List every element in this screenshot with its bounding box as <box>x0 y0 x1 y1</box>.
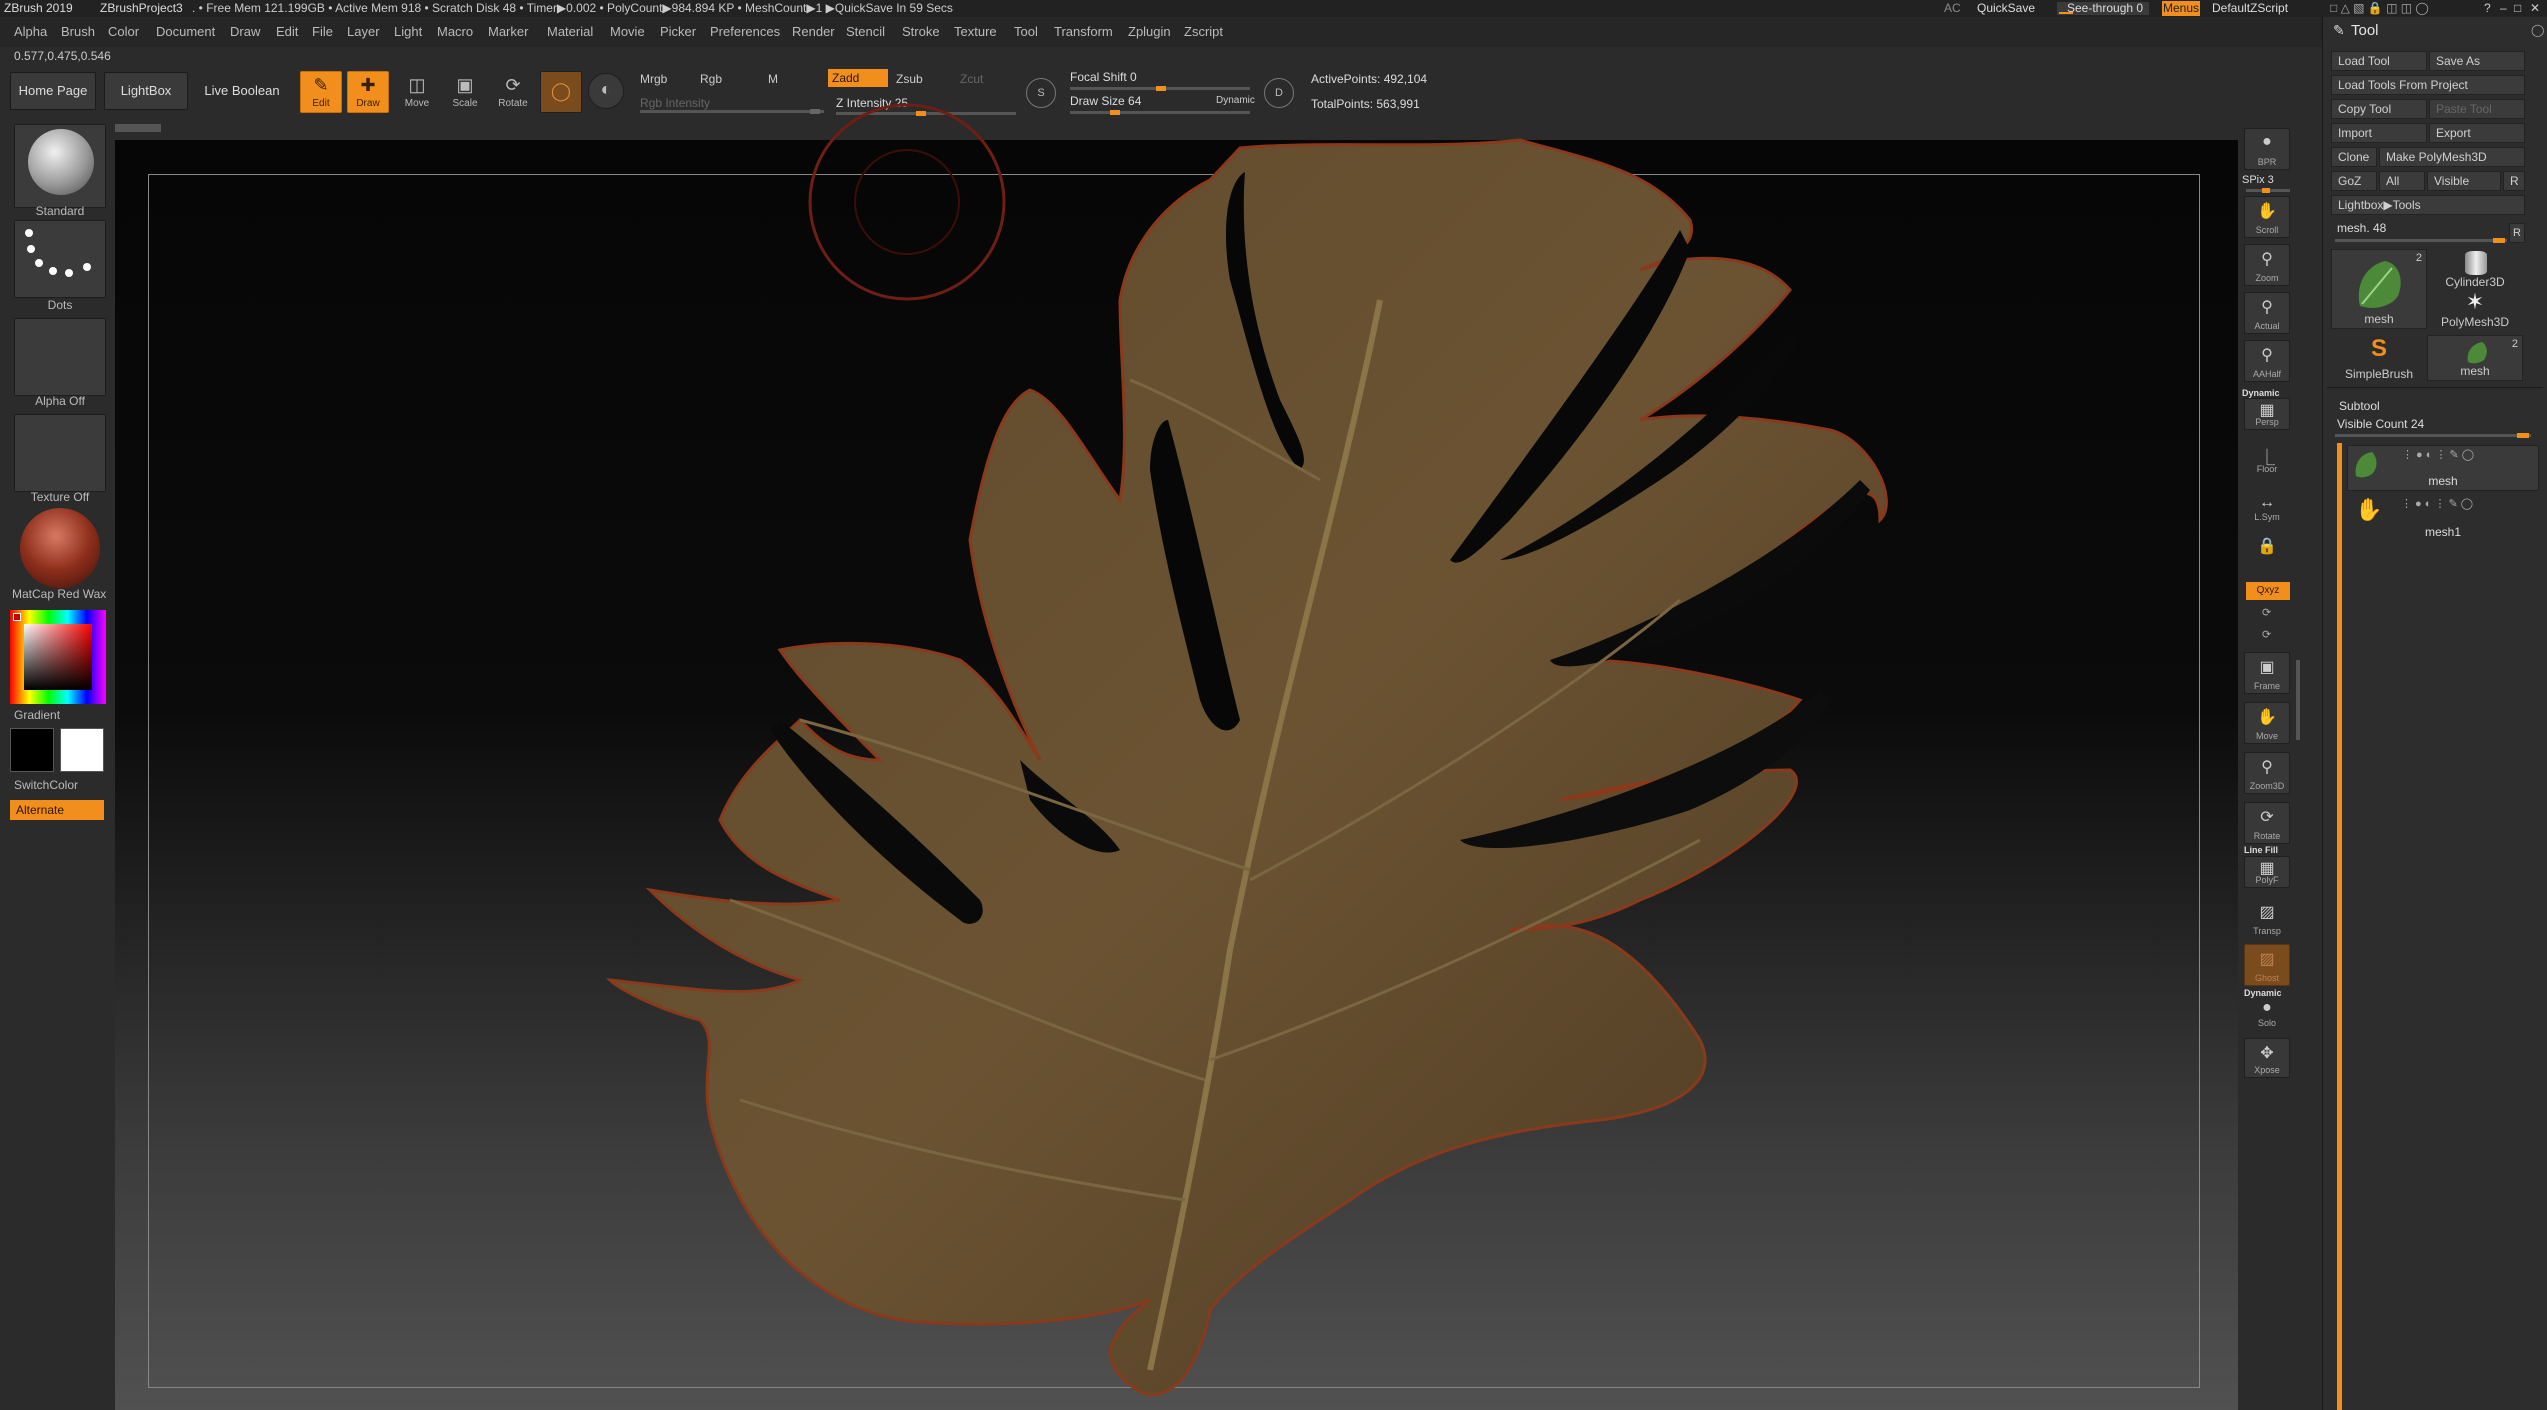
brush-cursor-outer <box>808 103 1006 301</box>
subtool-hand-icon: ✋ <box>2355 497 2383 522</box>
lsym-icon: ↔ <box>2259 494 2275 511</box>
scroll-button[interactable]: ✋ Scroll <box>2244 196 2290 238</box>
goz-visible-button[interactable]: Visible <box>2427 171 2501 191</box>
subtool-scrollbar[interactable] <box>2337 443 2342 1410</box>
load-tools-from-project-button[interactable]: Load Tools From Project <box>2331 75 2525 95</box>
clone-button[interactable]: Clone <box>2331 147 2377 167</box>
persp-button[interactable]: ▦ Persp <box>2244 398 2290 430</box>
right-shelf-scroll[interactable] <box>2296 660 2300 740</box>
visible-count-label: Visible Count 24 <box>2337 417 2425 431</box>
tool-panel-title[interactable]: Tool <box>2351 22 2379 39</box>
export-button[interactable]: Export <box>2429 123 2525 143</box>
zoom-icon: ⚲ <box>2261 251 2273 268</box>
visible-count-slider[interactable] <box>2335 433 2531 438</box>
xpose-button[interactable]: ✥ Xpose <box>2244 1038 2290 1078</box>
lightbox-tools-button[interactable]: Lightbox▶Tools <box>2331 195 2525 215</box>
xpose-icon: ✥ <box>2260 1045 2274 1062</box>
leaf-thumbnail-icon <box>2358 261 2401 308</box>
bpr-sphere-icon: ● <box>2262 133 2272 150</box>
leaf-model[interactable] <box>0 0 2547 1410</box>
subtool-header[interactable]: Subtool <box>2339 399 2380 413</box>
tool-panel-icon: ✎ <box>2333 22 2345 38</box>
aahalf-icon: ⚲ <box>2261 347 2273 364</box>
solo-button[interactable]: ● Solo <box>2244 998 2290 1030</box>
zoom3d-icon: ⚲ <box>2261 759 2273 776</box>
goz-button[interactable]: GoZ <box>2331 171 2377 191</box>
paste-tool-button[interactable]: Paste Tool <box>2429 99 2525 119</box>
solo-icon: ● <box>2262 999 2272 1016</box>
subtool-toggle-icons-2[interactable]: ⋮ ● ◐ ⋮ ✎ ◯ <box>2401 497 2473 510</box>
polyf-button[interactable]: ▦ PolyF <box>2244 856 2290 888</box>
xyz-toggle[interactable]: Qxyz <box>2246 582 2290 600</box>
actual-button[interactable]: ⚲ Actual <box>2244 292 2290 334</box>
transp-button[interactable]: ▨ Transp <box>2244 898 2290 938</box>
spix-slider[interactable] <box>2246 188 2290 193</box>
goz-r-button[interactable]: R <box>2503 171 2525 191</box>
spix-label: SPix 3 <box>2242 174 2274 186</box>
panel-dock-icon[interactable]: ◯ <box>2531 23 2544 37</box>
rotate-y-icon[interactable]: ⟳ <box>2262 606 2271 619</box>
subtool-row-mesh1[interactable]: ✋ ⋮ ● ◐ ⋮ ✎ ◯ mesh1 <box>2347 495 2539 541</box>
simplebrush-s-icon: S <box>2370 335 2387 362</box>
save-as-button[interactable]: Save As <box>2429 51 2525 71</box>
tool-thumb-simplebrush[interactable]: S SimpleBrush <box>2331 335 2427 381</box>
subtool-row-mesh[interactable]: ⋮ ● ◐ ⋮ ✎ ◯ mesh <box>2347 445 2539 491</box>
tool-thumb-cylinder3d[interactable]: Cylinder3D <box>2427 249 2523 289</box>
copy-tool-button[interactable]: Copy Tool <box>2331 99 2427 119</box>
rotate-view-icon: ⟳ <box>2260 809 2274 826</box>
subtool-toggle-icons[interactable]: ⋮ ● ◐ ⋮ ✎ ◯ <box>2402 448 2474 461</box>
ghost-icon: ▨ <box>2259 951 2275 968</box>
tool-panel: ✎ Tool ◯ Load Tool Save As Load Tools Fr… <box>2322 17 2547 1410</box>
bpr-button[interactable]: ● BPR <box>2244 128 2290 170</box>
star-icon: ✶ <box>2465 289 2485 314</box>
lsym-button[interactable]: ↔ L.Sym <box>2244 490 2290 524</box>
line-fill-label: Line Fill <box>2244 845 2279 855</box>
tool-thumb-polymesh3d[interactable]: ✶ PolyMesh3D <box>2427 289 2523 329</box>
make-polymesh3d-button[interactable]: Make PolyMesh3D <box>2379 147 2525 167</box>
cylinder-icon <box>2465 251 2487 275</box>
move-view-button[interactable]: ✋ Move <box>2244 702 2290 744</box>
ghost-button[interactable]: ▨ Ghost <box>2244 944 2290 986</box>
tool-thumb-mesh-2[interactable]: 2 mesh <box>2427 335 2523 381</box>
dynamic-solo-label: Dynamic <box>2244 988 2282 998</box>
tool-thumb-mesh[interactable]: 2 mesh <box>2331 249 2427 329</box>
rotate-view-button[interactable]: ⟳ Rotate <box>2244 802 2290 844</box>
brush-cursor-inner <box>854 149 960 255</box>
divider <box>2327 387 2543 388</box>
current-tool-slider-label: mesh. 48 <box>2337 221 2387 235</box>
zoom-button[interactable]: ⚲ Zoom <box>2244 244 2290 286</box>
zoom3d-button[interactable]: ⚲ Zoom3D <box>2244 752 2290 794</box>
rotate-z-icon[interactable]: ⟳ <box>2262 628 2271 641</box>
import-button[interactable]: Import <box>2331 123 2427 143</box>
dynamic-persp-label: Dynamic <box>2242 388 2280 398</box>
zbrush-window: ZBrush 2019 ZBrushProject3 . • Free Mem … <box>0 0 2547 1410</box>
frame-icon: ▣ <box>2259 659 2275 676</box>
aahalf-button[interactable]: ⚲ AAHalf <box>2244 340 2290 382</box>
lock-button[interactable]: 🔒 <box>2244 532 2290 562</box>
scroll-icon: ✋ <box>2257 203 2277 220</box>
lock-icon: 🔒 <box>2257 538 2277 555</box>
load-tool-button[interactable]: Load Tool <box>2331 51 2427 71</box>
floor-button[interactable]: ⎿ Floor <box>2244 440 2290 476</box>
frame-button[interactable]: ▣ Frame <box>2244 652 2290 694</box>
leaf-small-thumbnail-icon <box>2467 342 2487 364</box>
actual-icon: ⚲ <box>2261 299 2273 316</box>
current-tool-slider[interactable] <box>2335 238 2507 243</box>
right-shelf: ● BPR SPix 3 ✋ Scroll ⚲ Zoom ⚲ Actual ⚲ AAHal… <box>2238 122 2298 1410</box>
transp-icon: ▨ <box>2259 904 2275 921</box>
hand-icon: ✋ <box>2257 709 2277 726</box>
goz-all-button[interactable]: All <box>2379 171 2425 191</box>
current-tool-r-button[interactable]: R <box>2509 223 2525 243</box>
